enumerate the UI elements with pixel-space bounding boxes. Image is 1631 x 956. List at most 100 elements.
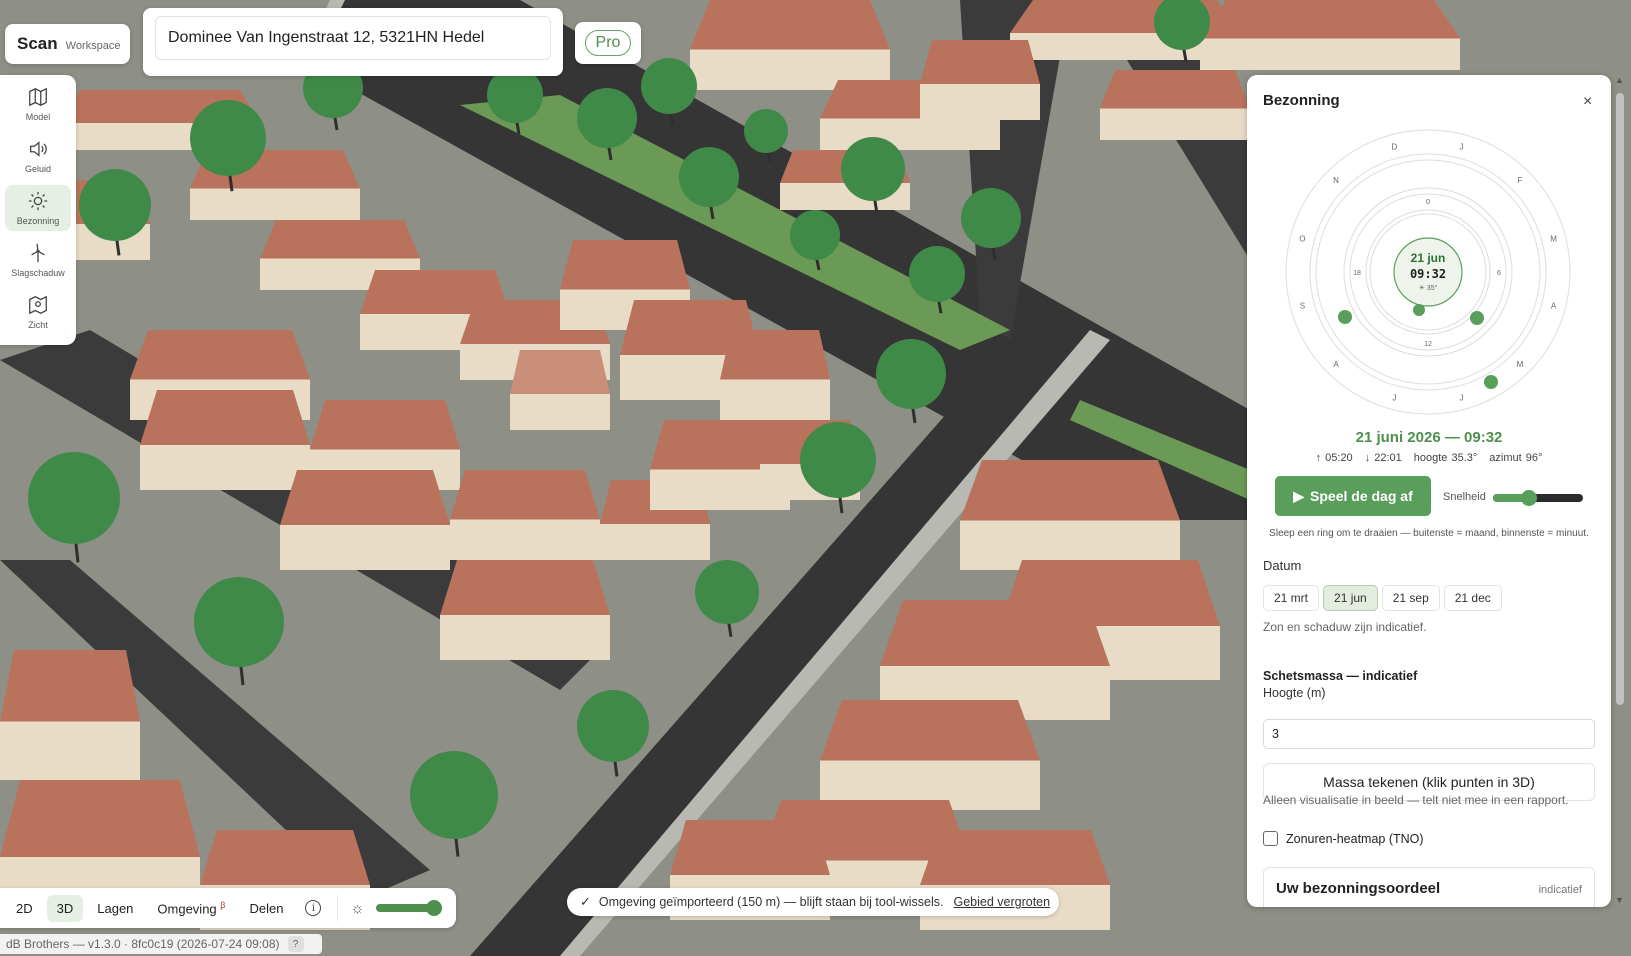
panel-scrollbar[interactable]: ▲ ▼	[1613, 75, 1627, 907]
sunlight-verdict-card[interactable]: Uw bezonningsoordeel indicatief	[1263, 867, 1595, 907]
pro-button[interactable]: Pro	[584, 30, 632, 56]
app-brand[interactable]: Scan Workspace	[5, 24, 130, 64]
hour-ring-handle[interactable]	[1470, 311, 1484, 325]
height-value: 3	[1272, 727, 1279, 741]
sunset-time: ↓ 22:01	[1364, 452, 1402, 464]
play-label: Speel de dag af	[1310, 488, 1413, 504]
dial-month-label: S	[1300, 302, 1305, 311]
building-wall	[820, 118, 1000, 150]
speed-label: Snelheid	[1443, 491, 1486, 503]
view-3d-button[interactable]: 3D	[46, 894, 84, 922]
address-input[interactable]: Dominee Van Ingenstraat 12, 5321HN Hedel	[155, 16, 551, 60]
help-button[interactable]: ?	[287, 936, 304, 952]
toolbar-divider	[337, 895, 339, 921]
building-wall	[140, 445, 310, 490]
tree	[641, 58, 697, 114]
month-ring-handle[interactable]	[1484, 375, 1498, 389]
check-icon: ✓	[580, 894, 591, 909]
building-roof	[1200, 0, 1460, 39]
speed-slider[interactable]	[1493, 490, 1583, 506]
dial-month-label: M	[1517, 360, 1524, 369]
sun-azimuth: azimut 96°	[1489, 452, 1543, 464]
verdict-title: Uw bezonningsoordeel	[1276, 880, 1441, 897]
toast-message: Omgeving geïmporteerd (150 m) — blijft s…	[598, 895, 944, 909]
verdict-badge: indicatief	[1538, 884, 1582, 896]
sidebar-item-label: Slagschaduw	[11, 268, 65, 278]
dial-center-alt: ☀ 35°	[1419, 284, 1438, 292]
heatmap-checkbox[interactable]	[1263, 831, 1278, 846]
date-label: Datum	[1263, 558, 1302, 573]
tree	[79, 169, 151, 241]
building-wall	[600, 524, 710, 560]
height-input[interactable]: 3	[1263, 719, 1595, 749]
building-roof	[140, 390, 310, 445]
tree	[28, 452, 120, 544]
tree	[410, 751, 498, 839]
building-roof	[0, 780, 200, 857]
date-chip-mar[interactable]: 21 mrt	[1263, 585, 1320, 611]
sidebar-item-slagschaduw[interactable]: Slagschaduw	[5, 237, 71, 283]
building-roof	[670, 820, 830, 875]
tree	[800, 422, 876, 498]
building-roof	[0, 650, 140, 722]
building-roof	[450, 470, 600, 520]
info-icon[interactable]: i	[305, 900, 322, 916]
dial-month-label: F	[1517, 176, 1522, 185]
pro-panel: Pro	[575, 22, 641, 64]
dial-month-label: J	[1392, 394, 1396, 403]
dial-month-label: N	[1333, 176, 1339, 185]
view-2d-button[interactable]: 2D	[6, 895, 43, 922]
scroll-down-icon[interactable]: ▼	[1615, 895, 1624, 905]
wind-turbine-icon	[31, 243, 45, 263]
dial-month-label: A	[1333, 360, 1339, 369]
building-roof	[440, 560, 610, 615]
heatmap-label: Zonuren-heatmap (TNO)	[1286, 831, 1424, 846]
building-wall	[1100, 108, 1250, 140]
sun-stats: ↑ 05:20 ↓ 22:01 hoogte 35.3° azimut 96°	[1247, 452, 1611, 464]
date-chip-sep[interactable]: 21 sep	[1381, 585, 1440, 611]
surroundings-button[interactable]: Omgeving β	[147, 894, 235, 922]
play-icon: ▶	[1293, 487, 1305, 504]
day-ring-handle[interactable]	[1338, 310, 1352, 324]
date-chip-dec[interactable]: 21 dec	[1443, 585, 1502, 611]
date-presets: 21 mrt 21 jun 21 sep 21 dec	[1263, 585, 1502, 611]
sidebar-item-zicht[interactable]: Zicht	[5, 289, 71, 335]
sun-dial[interactable]: J F M A M J J A S O N D 0 6 12 18 21 jun 09:32 ☀ 35°	[1283, 127, 1573, 417]
slider-handle[interactable]	[426, 900, 443, 916]
building-roof	[510, 350, 610, 394]
building-roof	[720, 330, 830, 380]
speaker-icon	[30, 141, 47, 157]
tree	[909, 246, 965, 302]
minute-ring-handle[interactable]	[1413, 304, 1425, 316]
building-roof	[260, 220, 420, 259]
speed-handle[interactable]	[1521, 490, 1537, 506]
sidebar-item-model[interactable]: Model	[5, 81, 71, 127]
building-wall	[450, 519, 600, 560]
dial-center-time: 09:32	[1410, 267, 1446, 281]
sidebar-item-label: Geluid	[24, 164, 51, 174]
sidebar-item-geluid[interactable]: Geluid	[5, 133, 71, 179]
scroll-thumb[interactable]	[1616, 93, 1624, 705]
tool-sidebar: Model Geluid Bezonning Slagschaduw Zicht	[0, 75, 76, 345]
version-text: dB Brothers — v1.3.0 · 8fc0c19 (2026-07-…	[6, 937, 280, 951]
dial-month-label: J	[1460, 142, 1464, 151]
scroll-up-icon[interactable]: ▲	[1615, 75, 1624, 85]
share-button[interactable]: Delen	[239, 895, 293, 922]
dial-month-label: J	[1460, 394, 1464, 403]
building-wall	[0, 721, 140, 780]
sunrise-time: ↑ 05:20	[1315, 452, 1353, 464]
brightness-slider[interactable]	[376, 900, 443, 916]
play-day-button[interactable]: ▶ Speel de dag af	[1275, 476, 1431, 516]
building-wall	[280, 525, 450, 570]
layers-button[interactable]: Lagen	[87, 895, 143, 922]
heatmap-toggle[interactable]: Zonuren-heatmap (TNO)	[1263, 831, 1424, 846]
close-icon[interactable]: ×	[1583, 93, 1592, 111]
enlarge-area-link[interactable]: Gebied vergroten	[954, 895, 1051, 909]
address-value: Dominee Van Ingenstraat 12, 5321HN Hedel	[168, 29, 485, 46]
view-toolbar: 2D 3D Lagen Omgeving β Delen i ☼	[0, 888, 456, 928]
date-chip-jun[interactable]: 21 jun	[1323, 585, 1378, 611]
version-bar: dB Brothers — v1.3.0 · 8fc0c19 (2026-07-…	[0, 934, 322, 954]
tree	[577, 690, 649, 762]
building-roof	[690, 0, 890, 50]
sidebar-item-bezonning[interactable]: Bezonning	[5, 185, 71, 231]
